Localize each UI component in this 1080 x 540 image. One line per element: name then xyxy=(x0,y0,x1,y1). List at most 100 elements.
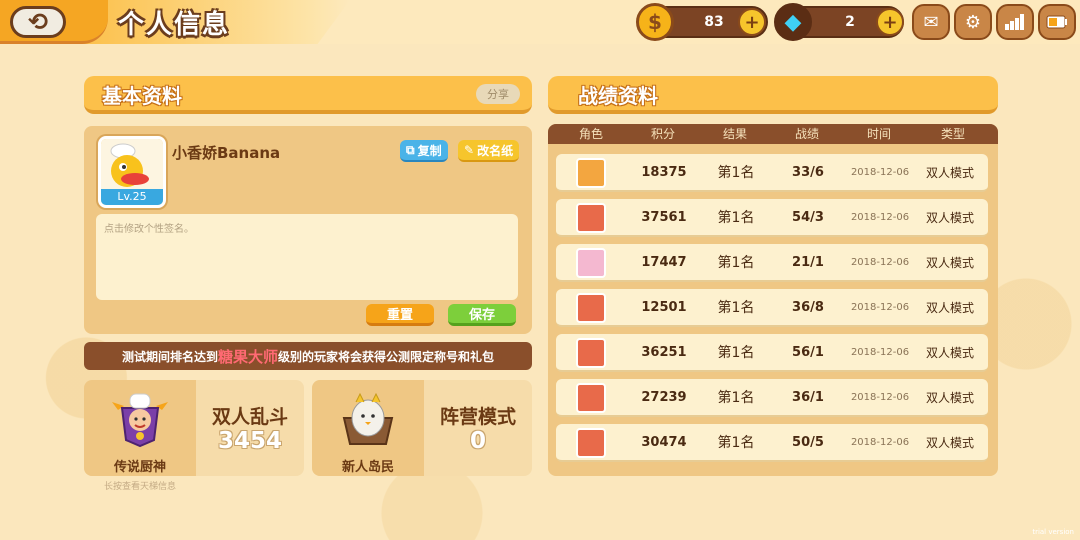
record-table-header: 角色 积分 结果 战绩 时间 类型 xyxy=(548,124,998,144)
row-record: 36/8 xyxy=(792,300,824,315)
ladder-hint: 长按查看天梯信息 xyxy=(103,482,176,492)
row-score: 36251 xyxy=(641,345,687,360)
rank-label: 新人岛民 xyxy=(341,460,394,475)
gear-icon: ⚙ xyxy=(964,11,982,33)
col-header: 时间 xyxy=(866,127,891,141)
mode-name: 阵营模式 xyxy=(439,406,516,428)
record-title: 战绩资料 xyxy=(578,84,658,108)
row-result: 第1名 xyxy=(717,390,755,406)
signal-indicator xyxy=(996,4,1034,40)
version-tag: trial version xyxy=(1032,528,1074,536)
col-header: 积分 xyxy=(650,127,675,141)
top-bar: ⟲ 个人信息 83 $ + 2 ◆ + ✉ ⚙ xyxy=(0,0,1080,44)
basic-info-title: 基本资料 xyxy=(102,84,182,108)
page-title: 个人信息 xyxy=(118,10,231,40)
notice-prefix: 测试期间排名达到 xyxy=(121,349,218,364)
record-row[interactable]: 30474 第1名 50/5 2018-12-06 双人模式 xyxy=(556,424,988,462)
plus-icon: + xyxy=(882,11,898,33)
settings-button[interactable]: ⚙ xyxy=(954,4,992,40)
row-score: 37561 xyxy=(641,210,687,225)
character-avatar-icon xyxy=(576,248,606,278)
mode-name: 双人乱斗 xyxy=(211,406,288,428)
row-time: 2018-12-06 xyxy=(850,437,910,448)
share-button[interactable]: 分享 xyxy=(476,84,520,104)
character-avatar-icon xyxy=(576,428,606,458)
islander-emblem-icon xyxy=(342,392,394,445)
row-type: 双人模式 xyxy=(925,301,974,315)
copy-button[interactable]: ⧉ 复制 xyxy=(400,140,448,162)
row-score: 12501 xyxy=(641,300,687,315)
mail-button[interactable]: ✉ xyxy=(912,4,950,40)
row-score: 18375 xyxy=(641,165,687,180)
row-result: 第1名 xyxy=(717,210,755,226)
row-record: 54/3 xyxy=(792,210,824,225)
row-record: 56/1 xyxy=(792,345,824,360)
character-avatar-icon xyxy=(576,203,606,233)
row-result: 第1名 xyxy=(717,255,755,271)
row-type: 双人模式 xyxy=(925,256,974,270)
row-record: 33/6 xyxy=(792,165,824,180)
record-row[interactable]: 37561 第1名 54/3 2018-12-06 双人模式 xyxy=(556,199,988,237)
mode-score: 3454 xyxy=(217,428,282,454)
copy-label: 复制 xyxy=(417,143,442,158)
col-header: 类型 xyxy=(940,127,965,141)
ladder-card-faction[interactable]: 新人岛民 阵营模式 0 xyxy=(312,380,532,476)
notice-suffix: 级别的玩家将会获得公测限定称号和礼包 xyxy=(278,349,495,364)
record-row[interactable]: 36251 第1名 56/1 2018-12-06 双人模式 xyxy=(556,334,988,372)
back-button[interactable]: ⟲ xyxy=(10,6,66,38)
save-button[interactable]: 保存 xyxy=(448,304,516,326)
row-type: 双人模式 xyxy=(925,346,974,360)
signature-placeholder: 点击修改个性签名。 xyxy=(104,224,194,235)
row-result: 第1名 xyxy=(717,165,755,181)
row-type: 双人模式 xyxy=(925,166,974,180)
coin-icon: $ xyxy=(636,3,674,41)
col-header: 结果 xyxy=(722,127,747,141)
mail-icon: ✉ xyxy=(923,11,939,33)
row-record: 50/5 xyxy=(792,435,824,450)
rank-emblem-area: 新人岛民 xyxy=(312,380,424,476)
row-score: 17447 xyxy=(641,255,687,270)
signal-icon xyxy=(1005,14,1024,30)
mode-score: 0 xyxy=(469,428,486,454)
pencil-icon: ✎ xyxy=(464,143,475,157)
row-result: 第1名 xyxy=(717,435,755,451)
avatar[interactable]: Lv.25 xyxy=(98,136,166,208)
profile-card: Lv.25 小香娇Banana ⧉ 复制 ✎ 改名纸 点击修改个性签名。 重置 … xyxy=(84,126,532,334)
add-coins-button[interactable]: + xyxy=(738,8,766,36)
character-avatar-icon xyxy=(576,338,606,368)
row-record: 36/1 xyxy=(792,390,824,405)
row-result: 第1名 xyxy=(717,345,755,361)
ladder-card-duo[interactable]: 传说厨神 双人乱斗 3454 xyxy=(84,380,304,476)
rename-label: 改名纸 xyxy=(477,143,514,158)
character-avatar-icon xyxy=(576,383,606,413)
col-header: 角色 xyxy=(578,127,603,141)
record-row[interactable]: 18375 第1名 33/6 2018-12-06 双人模式 xyxy=(556,154,988,192)
row-time: 2018-12-06 xyxy=(850,302,910,313)
back-arrow-icon: ⟲ xyxy=(27,8,49,36)
record-row[interactable]: 27239 第1名 36/1 2018-12-06 双人模式 xyxy=(556,379,988,417)
record-row[interactable]: 17447 第1名 21/1 2018-12-06 双人模式 xyxy=(556,244,988,282)
character-avatar-icon xyxy=(576,293,606,323)
copy-icon: ⧉ xyxy=(406,142,415,157)
chef-emblem-icon xyxy=(112,393,168,448)
record-row[interactable]: 12501 第1名 36/8 2018-12-06 双人模式 xyxy=(556,289,988,327)
reset-button[interactable]: 重置 xyxy=(366,304,434,326)
character-avatar-icon xyxy=(576,158,606,188)
battery-indicator xyxy=(1038,4,1076,40)
col-header: 战绩 xyxy=(794,127,819,141)
battery-icon xyxy=(1046,15,1067,29)
add-gems-button[interactable]: + xyxy=(876,8,904,36)
row-time: 2018-12-06 xyxy=(850,212,910,223)
row-type: 双人模式 xyxy=(925,211,974,225)
row-type: 双人模式 xyxy=(925,436,974,450)
signature-input[interactable]: 点击修改个性签名。 xyxy=(96,214,518,300)
row-score: 30474 xyxy=(641,435,687,450)
row-score: 27239 xyxy=(641,390,687,405)
basic-info-header: 基本资料 分享 xyxy=(84,76,532,114)
coin-count: 83 xyxy=(704,14,724,30)
event-notice: 测试期间排名达到 糖果大师 级别的玩家将会获得公测限定称号和礼包 xyxy=(84,342,532,370)
row-result: 第1名 xyxy=(717,300,755,316)
rename-card-button[interactable]: ✎ 改名纸 xyxy=(458,140,520,162)
notice-highlight: 糖果大师 xyxy=(217,347,278,366)
row-type: 双人模式 xyxy=(925,391,974,405)
